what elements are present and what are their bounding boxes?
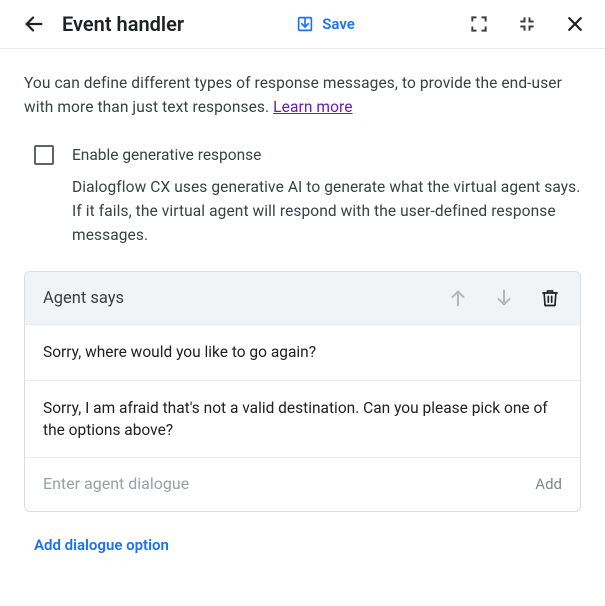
agent-dialogue-input[interactable] bbox=[43, 468, 523, 499]
agent-response[interactable]: Sorry, where would you like to go again? bbox=[25, 324, 580, 379]
panel-header: Event handler Save bbox=[0, 0, 605, 49]
save-button[interactable]: Save bbox=[296, 15, 355, 33]
intro-text: You can define different types of respon… bbox=[24, 71, 581, 119]
enable-generative-checkbox[interactable] bbox=[34, 145, 54, 165]
enable-generative-label: Enable generative response bbox=[72, 146, 261, 164]
agent-says-title: Agent says bbox=[43, 289, 124, 308]
agent-says-card: Agent says Sorry, where would you like t… bbox=[24, 271, 581, 512]
save-label: Save bbox=[322, 15, 355, 33]
page-title: Event handler bbox=[62, 12, 184, 36]
move-down-icon[interactable] bbox=[492, 286, 516, 310]
fullscreen-exit-icon[interactable] bbox=[515, 12, 539, 36]
save-icon bbox=[296, 15, 314, 33]
learn-more-link[interactable]: Learn more bbox=[273, 98, 352, 116]
back-arrow-icon[interactable] bbox=[22, 12, 46, 36]
move-up-icon[interactable] bbox=[446, 286, 470, 310]
fullscreen-enter-icon[interactable] bbox=[467, 12, 491, 36]
add-dialogue-option-button[interactable]: Add dialogue option bbox=[34, 536, 169, 554]
agent-response[interactable]: Sorry, I am afraid that's not a valid de… bbox=[25, 380, 580, 458]
delete-icon[interactable] bbox=[538, 286, 562, 310]
add-response-button[interactable]: Add bbox=[535, 475, 562, 493]
close-icon[interactable] bbox=[563, 12, 587, 36]
generative-description: Dialogflow CX uses generative AI to gene… bbox=[72, 175, 581, 247]
